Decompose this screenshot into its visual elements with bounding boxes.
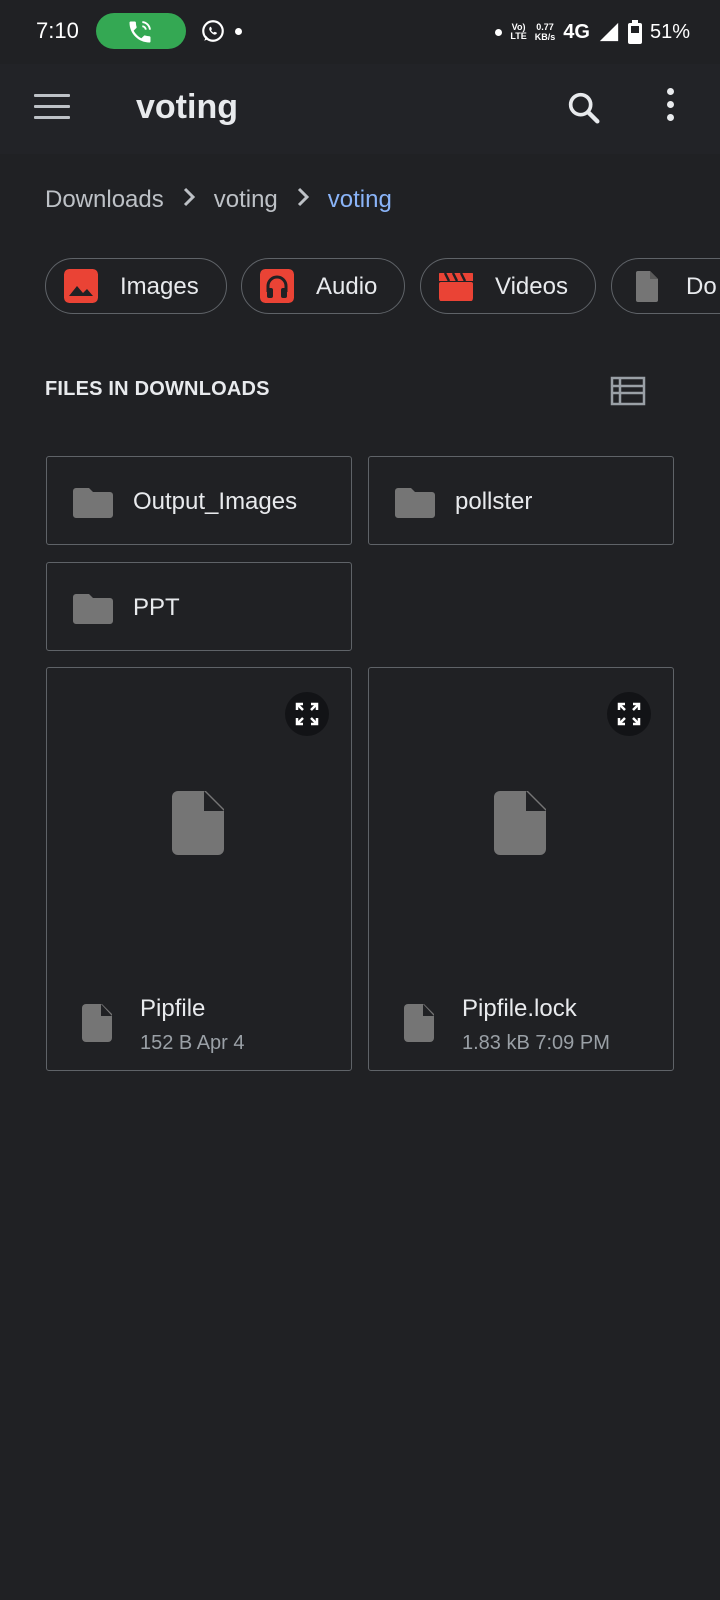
folder-card[interactable]: Output_Images xyxy=(46,456,352,545)
category-chips: Images Audio Videos Do xyxy=(45,258,720,320)
battery-percent: 51% xyxy=(649,20,690,43)
image-icon xyxy=(64,269,98,303)
headphones-icon xyxy=(260,269,294,303)
phone-call-icon xyxy=(129,21,151,43)
document-icon xyxy=(636,271,658,302)
breadcrumb-item-current[interactable]: voting xyxy=(328,186,392,214)
folder-name: PPT xyxy=(133,594,180,621)
fullscreen-icon xyxy=(295,702,319,726)
chevron-right-icon xyxy=(278,186,328,215)
status-bar: 7:10 Vo) LTE 0.77 KB/s 4G 51% xyxy=(0,0,720,64)
file-card[interactable]: Pipfile 152 B Apr 4 xyxy=(46,667,352,1071)
breadcrumb-item-voting[interactable]: voting xyxy=(214,186,278,214)
breadcrumb: Downloads voting voting xyxy=(45,182,392,218)
search-icon[interactable] xyxy=(564,88,604,128)
speed-value: 0.77 xyxy=(536,22,554,32)
section-title: FILES IN DOWNLOADS xyxy=(45,378,270,400)
app-bar: voting xyxy=(0,64,720,154)
chip-audio[interactable]: Audio xyxy=(241,258,405,314)
file-meta: 152 B Apr 4 xyxy=(140,1032,245,1054)
fullscreen-icon xyxy=(617,702,641,726)
chip-documents[interactable]: Do xyxy=(611,258,720,314)
file-preview-icon xyxy=(494,791,546,855)
more-vert-icon[interactable] xyxy=(660,88,680,124)
notification-dot xyxy=(235,28,242,35)
expand-preview-button[interactable] xyxy=(285,692,329,736)
file-card[interactable]: Pipfile.lock 1.83 kB 7:09 PM xyxy=(368,667,674,1071)
file-icon xyxy=(82,1004,112,1042)
chip-label: Images xyxy=(120,273,199,300)
expand-preview-button[interactable] xyxy=(607,692,651,736)
lte-label: LTE xyxy=(510,31,527,41)
chip-label: Do xyxy=(686,273,717,300)
status-indicators: Vo) LTE 0.77 KB/s 4G 51% xyxy=(495,14,690,50)
folder-icon xyxy=(73,488,113,518)
chip-label: Videos xyxy=(495,273,568,300)
signal-icon xyxy=(599,22,619,42)
status-time: 7:10 xyxy=(36,18,79,43)
chevron-right-icon xyxy=(164,186,214,215)
folder-name: pollster xyxy=(455,488,533,515)
chip-label: Audio xyxy=(316,273,378,300)
speed-unit: KB/s xyxy=(534,32,556,42)
file-name: Pipfile xyxy=(140,995,206,1022)
folder-card[interactable]: PPT xyxy=(46,562,352,651)
file-meta: 1.83 kB 7:09 PM xyxy=(462,1032,610,1054)
volte-indicator: Vo) LTE xyxy=(510,23,526,41)
clapperboard-icon xyxy=(439,272,473,301)
folder-icon xyxy=(73,594,113,624)
folder-name: Output_Images xyxy=(133,488,298,515)
network-type: 4G xyxy=(563,20,590,43)
network-speed: 0.77 KB/s xyxy=(535,22,556,42)
notification-dot-right xyxy=(495,28,503,36)
chip-images[interactable]: Images xyxy=(45,258,227,314)
list-view-icon[interactable] xyxy=(610,375,646,407)
file-preview-icon xyxy=(172,791,224,855)
file-icon xyxy=(404,1004,434,1042)
whatsapp-icon xyxy=(202,20,224,42)
page-title: voting xyxy=(136,88,238,126)
breadcrumb-item-downloads[interactable]: Downloads xyxy=(45,186,164,214)
folder-icon xyxy=(395,488,435,518)
menu-icon[interactable] xyxy=(34,94,70,122)
chip-videos[interactable]: Videos xyxy=(420,258,596,314)
ongoing-call-pill[interactable] xyxy=(96,13,186,49)
file-name: Pipfile.lock xyxy=(462,995,577,1022)
folder-card[interactable]: pollster xyxy=(368,456,674,545)
battery-icon xyxy=(627,20,642,44)
